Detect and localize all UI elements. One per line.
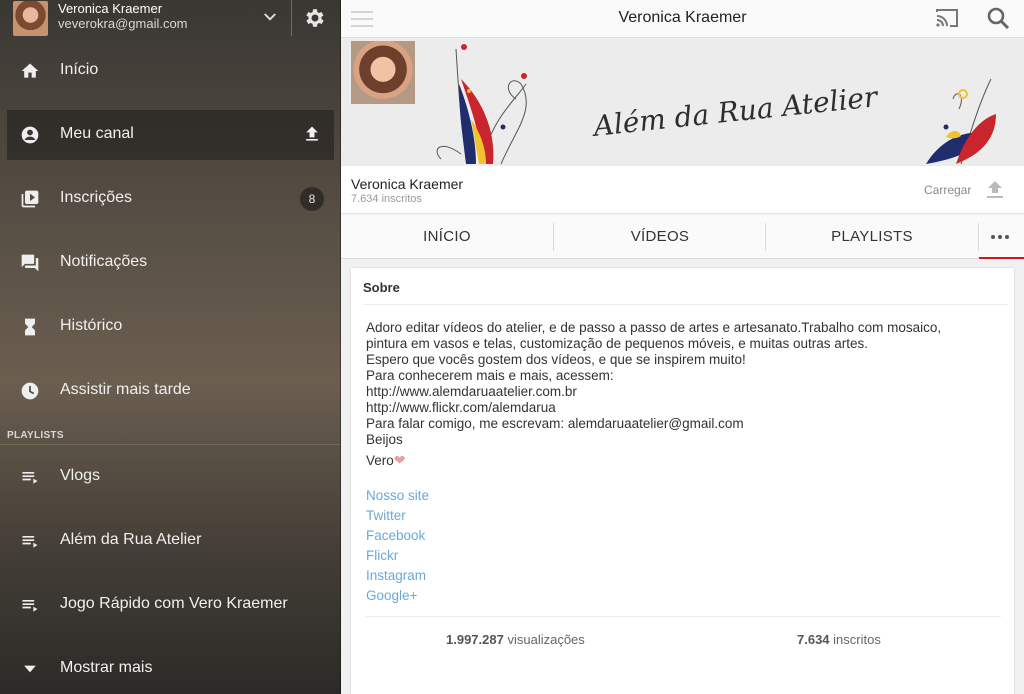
account-email: veverokra@gmail.com bbox=[58, 16, 188, 31]
channel-avatar[interactable] bbox=[351, 41, 415, 104]
tab-playlists[interactable]: PLAYLISTS bbox=[766, 215, 978, 259]
playlist-icon bbox=[22, 472, 38, 484]
description-line: Beijos bbox=[366, 432, 403, 447]
account-icon bbox=[21, 126, 39, 144]
link-facebook[interactable]: Facebook bbox=[366, 526, 429, 546]
playlists-section-header: PLAYLISTS bbox=[7, 430, 64, 441]
more-icon bbox=[991, 235, 1012, 239]
sidebar-item-label: Além da Rua Atelier bbox=[60, 531, 202, 548]
divider bbox=[0, 444, 341, 445]
divider bbox=[366, 616, 1001, 617]
account-header[interactable]: Veronica Kraemer veverokra@gmail.com bbox=[0, 0, 341, 38]
sidebar-playlist-jogo-rapido[interactable]: Jogo Rápido com Vero Kraemer bbox=[7, 580, 334, 630]
sidebar-playlist-alem-da-rua[interactable]: Além da Rua Atelier bbox=[7, 516, 334, 566]
sidebar-item-label: Assistir mais tarde bbox=[60, 381, 191, 398]
hourglass-icon bbox=[25, 318, 35, 336]
subscribers-value: 7.634 bbox=[797, 632, 830, 647]
gear-icon[interactable] bbox=[302, 6, 326, 30]
description-line: Espero que vocês gostem dos vídeos, e qu… bbox=[366, 352, 746, 367]
account-name: Veronica Kraemer bbox=[58, 1, 163, 16]
sidebar-playlist-vlogs[interactable]: Vlogs bbox=[7, 452, 334, 502]
link-google-plus[interactable]: Google+ bbox=[366, 586, 429, 606]
tab-more[interactable] bbox=[979, 215, 1024, 259]
chevron-down-icon[interactable] bbox=[261, 8, 279, 26]
sidebar-item-label: Vlogs bbox=[60, 467, 101, 484]
triangle-down-icon bbox=[24, 665, 36, 673]
upload-icon[interactable] bbox=[986, 180, 1004, 200]
channel-header: Veronica Kraemer 7.634 inscritos Carrega… bbox=[341, 166, 1024, 214]
link-nosso-site[interactable]: Nosso site bbox=[366, 486, 429, 506]
sidebar-item-label: Mostrar mais bbox=[60, 659, 153, 676]
sidebar-item-assistir-mais-tarde[interactable]: Assistir mais tarde bbox=[7, 366, 334, 416]
description-line: Para falar comigo, me escrevam: alemdaru… bbox=[366, 416, 744, 431]
upload-icon[interactable] bbox=[302, 124, 322, 144]
views-label: visualizações bbox=[507, 632, 585, 647]
link-flickr[interactable]: Flickr bbox=[366, 546, 429, 566]
clock-icon bbox=[21, 382, 39, 400]
description-signoff: Vero bbox=[366, 453, 394, 468]
channel-name: Veronica Kraemer bbox=[351, 176, 464, 192]
playlist-icon bbox=[22, 600, 38, 612]
heart-icon: ❤ bbox=[393, 452, 406, 468]
sidebar-item-historico[interactable]: Histórico bbox=[7, 302, 334, 352]
tab-videos[interactable]: VÍDEOS bbox=[554, 215, 766, 259]
channel-description: Adoro editar vídeos do atelier, e de pas… bbox=[366, 320, 1006, 469]
sidebar-item-inicio[interactable]: Início bbox=[7, 46, 334, 96]
channel-page: Veronica Kraemer Além da Rua Atelier Ver… bbox=[341, 0, 1024, 694]
views-value: 1.997.287 bbox=[446, 632, 504, 647]
sidebar-item-label: Inscrições bbox=[60, 189, 133, 206]
description-line: Adoro editar vídeos do atelier, e de pas… bbox=[366, 320, 942, 335]
sidebar-item-label: Jogo Rápido com Vero Kraemer bbox=[60, 595, 288, 612]
upload-button-label[interactable]: Carregar bbox=[924, 183, 971, 197]
notifications-icon bbox=[21, 254, 39, 272]
sidebar-item-meu-canal[interactable]: Meu canal bbox=[7, 110, 334, 160]
description-signoff-row: Vero❤ bbox=[366, 452, 1006, 469]
divider bbox=[363, 304, 1008, 305]
subscriber-count: 7.634 inscritos bbox=[351, 193, 422, 205]
channel-tabs: INÍCIO VÍDEOS PLAYLISTS bbox=[341, 215, 1024, 259]
about-heading: Sobre bbox=[363, 280, 400, 295]
sidebar-item-notificacoes[interactable]: Notificações bbox=[7, 238, 334, 288]
show-more-button[interactable]: Mostrar mais bbox=[7, 644, 334, 694]
sidebar-item-label: Início bbox=[60, 61, 99, 78]
sidebar-item-label: Histórico bbox=[60, 317, 123, 334]
subscribers-stat: 7.634 inscritos bbox=[797, 632, 881, 647]
views-stat: 1.997.287 visualizações bbox=[446, 632, 585, 647]
channel-banner: Além da Rua Atelier bbox=[341, 39, 1024, 166]
link-instagram[interactable]: Instagram bbox=[366, 566, 429, 586]
search-icon[interactable] bbox=[986, 6, 1010, 30]
cast-icon[interactable] bbox=[935, 7, 959, 29]
count-badge: 8 bbox=[300, 187, 324, 211]
page-title: Veronica Kraemer bbox=[618, 9, 747, 26]
sidebar-item-label: Meu canal bbox=[60, 125, 134, 142]
description-line: Para conhecerem mais e mais, acessem: bbox=[366, 368, 614, 383]
divider bbox=[291, 0, 292, 36]
channel-links: Nosso site Twitter Facebook Flickr Insta… bbox=[366, 486, 429, 606]
navigation-drawer: Veronica Kraemer veverokra@gmail.com Iní… bbox=[0, 0, 341, 694]
description-line: http://www.flickr.com/alemdarua bbox=[366, 400, 556, 415]
description-line: pintura em vasos e telas, customização d… bbox=[366, 336, 869, 351]
description-line: http://www.alemdaruaatelier.com.br bbox=[366, 384, 577, 399]
subscribers-label: inscritos bbox=[833, 632, 881, 647]
sidebar-item-label: Notificações bbox=[60, 253, 148, 270]
app-bar: Veronica Kraemer bbox=[341, 0, 1024, 38]
sidebar-item-inscricoes[interactable]: Inscrições 8 bbox=[7, 174, 334, 224]
account-avatar bbox=[13, 1, 48, 36]
about-card: Sobre Adoro editar vídeos do atelier, e … bbox=[351, 268, 1014, 694]
link-twitter[interactable]: Twitter bbox=[366, 506, 429, 526]
playlist-icon bbox=[22, 536, 38, 548]
subscriptions-icon bbox=[21, 190, 39, 208]
tab-inicio[interactable]: INÍCIO bbox=[341, 215, 553, 259]
home-icon bbox=[21, 63, 39, 78]
